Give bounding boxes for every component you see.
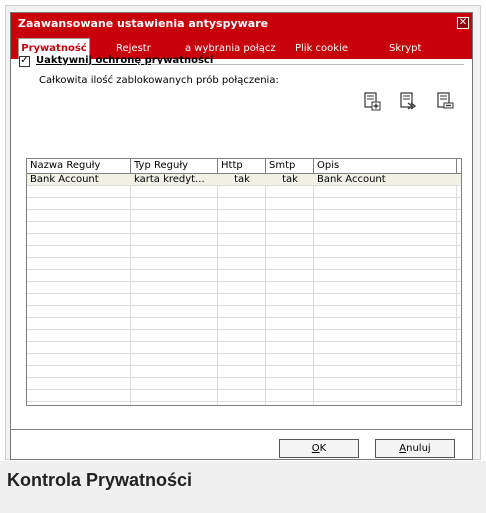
cell-smtp: tak (282, 174, 298, 185)
empty-row (27, 366, 461, 378)
delete-rule-icon[interactable] (435, 91, 455, 111)
column-header-rule-type[interactable]: Typ Reguły (131, 159, 218, 174)
tab-script[interactable]: Skrypt (389, 41, 449, 59)
empty-row (27, 246, 461, 258)
empty-row (27, 222, 461, 234)
figure-caption: Kontrola Prywatności (7, 470, 193, 490)
empty-row (27, 270, 461, 282)
blocked-attempts-label: Całkowita ilość zablokowanych prób połąc… (39, 75, 279, 86)
ok-label-rest: K (319, 443, 327, 454)
add-rule-icon[interactable] (362, 91, 382, 111)
empty-row (27, 294, 461, 306)
cancel-button[interactable]: Anuluj (375, 439, 455, 458)
cell-rule-name: Bank Account (30, 174, 99, 185)
cancel-label-rest: nuluj (406, 443, 431, 454)
edit-rule-icon[interactable] (398, 91, 418, 111)
empty-row (27, 234, 461, 246)
cell-http: tak (234, 174, 250, 185)
antispyware-settings-dialog: Zaawansowane ustawienia antyspyware ✕ Pr… (10, 12, 473, 460)
empty-row (27, 306, 461, 318)
empty-row (27, 354, 461, 366)
empty-row (27, 390, 461, 402)
empty-row (27, 282, 461, 294)
empty-row (27, 378, 461, 390)
cell-description: Bank Account (317, 174, 386, 185)
group-separator (151, 64, 464, 65)
column-header-smtp[interactable]: Smtp (266, 159, 314, 174)
button-bar-divider (11, 429, 472, 433)
empty-row (27, 210, 461, 222)
title-bar: Zaawansowane ustawienia antyspyware ✕ (11, 13, 472, 35)
empty-row (27, 318, 461, 330)
window-title: Zaawansowane ustawienia antyspyware (18, 17, 269, 30)
empty-row (27, 186, 461, 198)
empty-row (27, 342, 461, 354)
empty-row (27, 330, 461, 342)
empty-row (27, 198, 461, 210)
enable-privacy-checkbox[interactable]: ✓ (19, 56, 30, 67)
table-row[interactable]: Bank Account karta kredyt... tak tak Ban… (27, 174, 461, 186)
ok-mnemonic: O (311, 443, 320, 454)
cell-rule-type: karta kredyt... (134, 174, 205, 185)
ok-button[interactable]: OK (279, 439, 359, 458)
tab-cookie[interactable]: Plik cookie (295, 41, 365, 59)
column-header-http[interactable]: Http (218, 159, 266, 174)
empty-row (27, 258, 461, 270)
column-header-filler (457, 159, 461, 174)
close-icon[interactable]: ✕ (457, 17, 469, 29)
column-header-description[interactable]: Opis (314, 159, 457, 174)
column-header-rule-name[interactable]: Nazwa Reguły (27, 159, 131, 174)
privacy-rules-table[interactable]: Nazwa Reguły Typ Reguły Http Smtp Opis B… (26, 158, 462, 406)
